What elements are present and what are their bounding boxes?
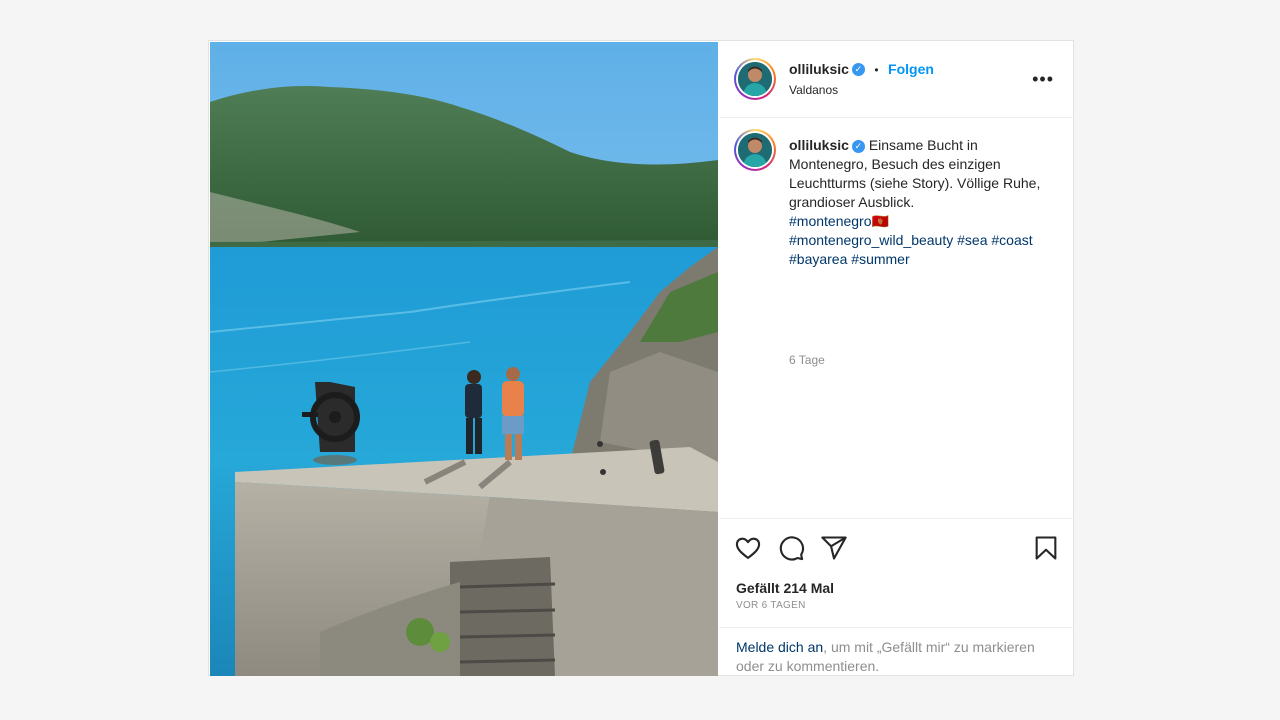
header-username[interactable]: olliluksic <box>789 61 849 77</box>
heart-icon[interactable] <box>734 534 762 562</box>
caption-username[interactable]: olliluksic <box>789 137 849 153</box>
verified-check-icon: ✓ <box>851 63 865 77</box>
instagram-post: olliluksic ✓ • Folgen Valdanos ••• ollil… <box>208 40 1074 676</box>
more-options-icon[interactable]: ••• <box>1032 69 1054 90</box>
caption-area: olliluksic ✓ Einsame Bucht in Montenegro,… <box>719 118 1074 518</box>
hashtag[interactable]: #coast <box>991 232 1032 248</box>
avatar-photo-icon <box>738 133 772 167</box>
hashtag[interactable]: #summer <box>851 251 909 267</box>
likes-count[interactable]: Gefällt 214 Mal <box>736 580 834 596</box>
post-sidebar: olliluksic ✓ • Folgen Valdanos ••• ollil… <box>719 41 1074 675</box>
separator-dot: • <box>874 63 879 77</box>
follow-button[interactable]: Folgen <box>888 61 934 77</box>
login-text: Melde dich an, um mit „Gefällt mir“ zu m… <box>736 638 1066 676</box>
avatar-photo-icon <box>738 62 772 96</box>
post-caption: olliluksic ✓ Einsame Bucht in Montenegro,… <box>789 136 1059 269</box>
photo-illustration <box>210 42 718 676</box>
hashtag[interactable]: #bayarea <box>789 251 847 267</box>
login-link[interactable]: Melde dich an <box>736 639 823 655</box>
hashtag[interactable]: #sea <box>957 232 987 248</box>
caption-avatar[interactable] <box>734 129 776 171</box>
post-date: VOR 6 TAGEN <box>736 600 806 611</box>
hashtag[interactable]: #montenegro <box>789 213 872 229</box>
flag-emoji: 🇲🇪 <box>871 213 889 229</box>
header-name-row: olliluksic ✓ • Folgen <box>789 61 934 79</box>
share-icon[interactable] <box>820 534 848 562</box>
post-photo[interactable] <box>210 42 718 676</box>
login-prompt: Melde dich an, um mit „Gefällt mir“ zu m… <box>719 627 1074 678</box>
post-header: olliluksic ✓ • Folgen Valdanos ••• <box>719 41 1074 118</box>
bookmark-icon[interactable] <box>1032 534 1060 562</box>
comment-icon[interactable] <box>777 534 805 562</box>
action-bar: Gefällt 214 Mal VOR 6 TAGEN Melde dich a… <box>719 518 1074 674</box>
location-label[interactable]: Valdanos <box>789 83 838 97</box>
avatar[interactable] <box>734 58 776 100</box>
caption-timestamp: 6 Tage <box>789 353 825 367</box>
verified-check-icon: ✓ <box>851 139 865 153</box>
hashtag[interactable]: #montenegro_wild_beauty <box>789 232 953 248</box>
